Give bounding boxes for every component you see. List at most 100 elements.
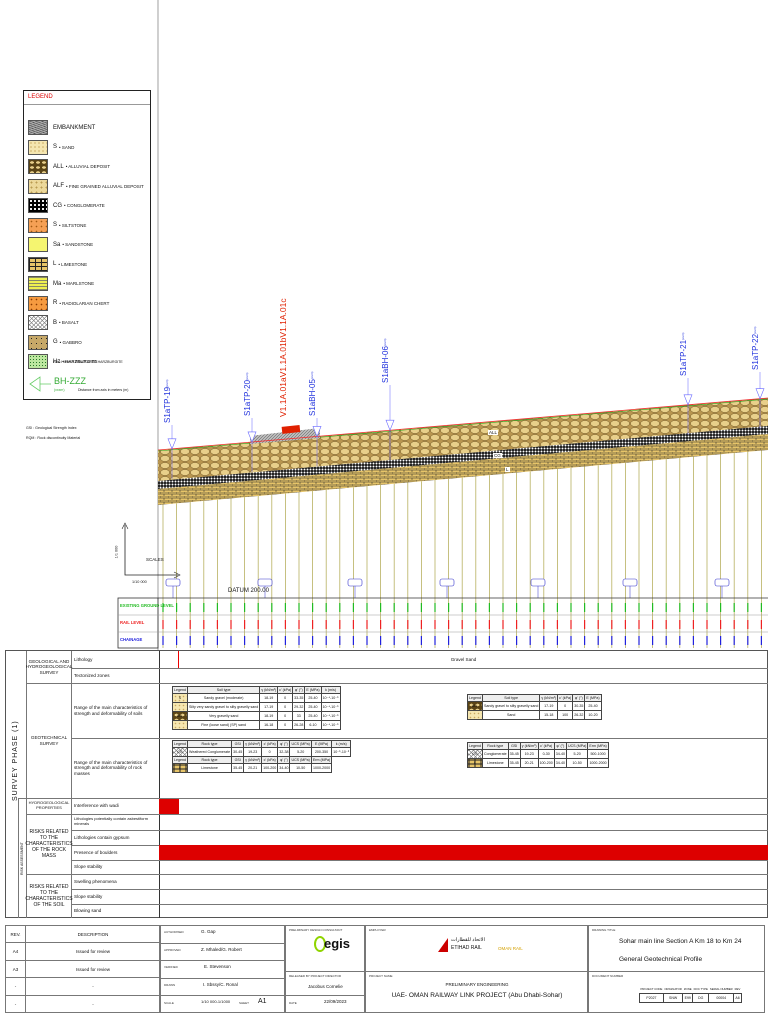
table-header: φ' (°): [572, 694, 586, 702]
band-value-mark: [516, 636, 518, 645]
band-value-mark: [543, 620, 545, 629]
borehole-triangle-icon: [167, 438, 177, 450]
lithology-value: Gravel Sand: [450, 656, 477, 662]
risk-bar-boulders: [159, 845, 768, 860]
band-value-mark: [257, 636, 259, 645]
borehole-offset: (xxm): [165, 379, 169, 387]
borehole-label[interactable]: S1aBH-06 (xxm): [381, 327, 396, 383]
scale-value: 1/10 000-1/1000: [201, 999, 231, 1004]
revision-description: DESCRIPTION: [77, 932, 109, 937]
band-value-mark: [638, 603, 640, 612]
band-value-mark: [244, 636, 246, 645]
group-soil-risks: RISKS RELATED TO THE CHARACTERISTICS OF …: [25, 884, 73, 908]
band-value-mark: [393, 620, 395, 629]
table-header: UCS (MPa): [289, 756, 312, 764]
scale-label: SCALE: [164, 1001, 174, 1005]
table-header: φ' (°): [292, 686, 306, 694]
band-value-mark: [284, 620, 286, 629]
band-value-mark: [665, 603, 667, 612]
row-lithology: Lithology: [74, 656, 93, 662]
band-value-mark: [230, 603, 232, 612]
table-cell: 500-1000: [587, 749, 609, 759]
table-cell: L: [467, 758, 483, 768]
revision-code: -: [6, 978, 26, 996]
table-cell: 18-19: [259, 693, 279, 703]
table-cell: Limestone: [186, 763, 233, 773]
band-value-mark: [271, 636, 273, 645]
datum-label: DATUM 200.00: [228, 588, 269, 594]
table-cell: 29-32: [292, 702, 306, 712]
band-value-mark: [556, 636, 558, 645]
band-value-mark: [679, 636, 681, 645]
band-value-mark: [692, 636, 694, 645]
band-value-mark: [312, 603, 314, 612]
table-cell: 100-200: [261, 763, 279, 773]
table-cell: 10⁻⁴-10⁻⁵: [320, 693, 341, 703]
band-value-mark: [624, 636, 626, 645]
table-row: S Sandy gravel (moderate) 18-19 0 33-35 25-40…: [172, 693, 341, 703]
drawing-title-line2: General Geotechnical Profile: [619, 956, 703, 963]
km-marker-box: [714, 578, 730, 587]
km-marker-box: [347, 578, 363, 587]
row-slope-stability-rock: Slope stability: [74, 864, 103, 870]
table-cell: 1000-2000: [587, 758, 609, 768]
table-header: Rock type: [186, 756, 233, 764]
table-cell: 35-45: [507, 749, 521, 759]
borehole-label[interactable]: S1aBH-05 (xxm): [308, 360, 323, 416]
band-value-mark: [393, 603, 395, 612]
band-value-mark: [652, 620, 654, 629]
table-cell: Sand: [481, 710, 541, 720]
borehole-label[interactable]: S1aTP-22 (xxm): [751, 314, 766, 370]
approved-value: Z. Mhaled/G. Robert: [201, 947, 242, 952]
band-value-mark: [720, 603, 722, 612]
band-value-mark: [420, 620, 422, 629]
doc-number-header: SERIAL NUMBER: [708, 986, 734, 993]
table-row: L Limestone 35-45 20-21 100-200 34-40 10-50 100…: [172, 763, 351, 773]
table-cell: 10-50: [289, 763, 312, 773]
band-value-mark: [189, 620, 191, 629]
band-label-ground: EXISTING GROUND LEVEL: [120, 603, 174, 608]
table-cell: 30-45: [231, 747, 245, 757]
divider: [71, 668, 768, 669]
table-cell: 0: [277, 693, 294, 703]
borehole-id: S1aTP-19: [163, 386, 172, 423]
lithology-marker: [178, 651, 179, 668]
table-cell: 200-350: [310, 747, 333, 757]
band-value-mark: [516, 620, 518, 629]
band-value-mark: [692, 620, 694, 629]
borehole-label[interactable]: S1aTP-20 (xxm): [243, 360, 258, 416]
table-cell: 19-23: [519, 749, 539, 759]
borehole-id: S1aTP-20: [243, 379, 252, 416]
band-value-mark: [611, 603, 613, 612]
layer-label-all: ALL: [488, 430, 499, 435]
band-value-mark: [244, 603, 246, 612]
band-value-mark: [380, 636, 382, 645]
table-row: ALL Very gravelly sand 18-19 0 33 25-40 10⁻⁴-1…: [172, 711, 341, 721]
table-row: CG Conglomerate 35-45 19-23 0-30 34-40 5-20 500…: [467, 749, 609, 759]
table-cell: 34-40: [553, 749, 567, 759]
band-value-mark: [380, 603, 382, 612]
table-cell: Very gravelly sand: [186, 711, 261, 721]
doc-number-value: DG: [692, 992, 710, 1003]
table-header: γ (kN/m³): [259, 686, 279, 694]
verified-value: E. Stevenson: [204, 964, 231, 969]
table-cell: 20-21: [243, 763, 263, 773]
table-header: Soil type: [481, 694, 541, 702]
borehole-label[interactable]: S1aTP-19 (xxm): [163, 367, 178, 423]
row-rocks: Range of the main characteristics of str…: [74, 759, 148, 776]
authorised-label: AUTHORISED: [164, 930, 184, 934]
table-cell: 15-18: [539, 710, 559, 720]
borehole-label[interactable]: S1aTP-21 (xxm): [679, 320, 694, 376]
table-header: φ' (°): [277, 756, 291, 764]
band-value-mark: [216, 603, 218, 612]
table-header: E (MPa): [310, 740, 333, 748]
band-value-mark: [257, 603, 259, 612]
table-cell: 0: [261, 747, 279, 757]
table-cell: 26-28: [292, 720, 306, 730]
authorised-value: G. Gap: [201, 929, 216, 934]
band-value-mark: [706, 636, 708, 645]
band-value-mark: [216, 636, 218, 645]
band-value-mark: [733, 620, 735, 629]
revision-code: A4: [6, 943, 26, 961]
revision-description: Issued for review: [75, 966, 110, 972]
